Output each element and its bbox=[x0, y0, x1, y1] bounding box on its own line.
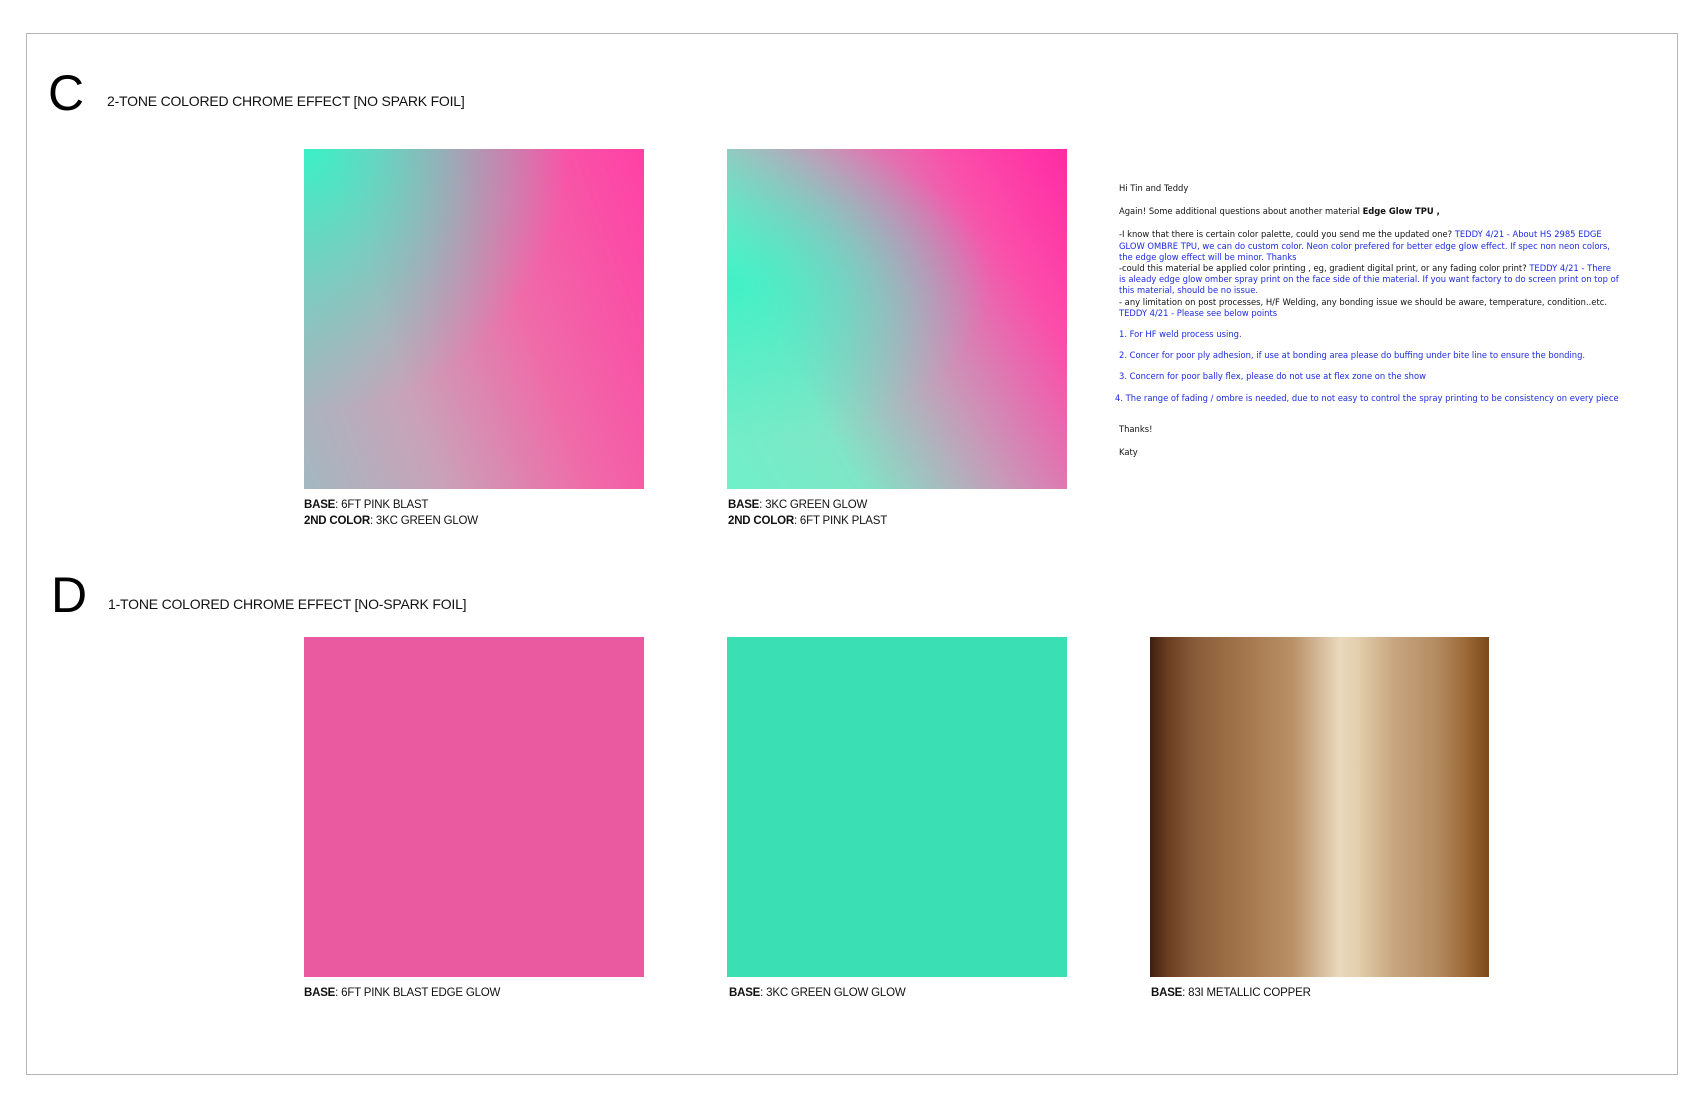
base-value: : 83I METALLIC COPPER bbox=[1182, 987, 1311, 999]
question-text: - any limitation on post processes, H/F … bbox=[1119, 296, 1608, 307]
base-label: BASE bbox=[1151, 987, 1183, 999]
note-point-3: 3. Concern for poor bally flex, please d… bbox=[1119, 371, 1426, 382]
note-point-4: 4. The range of fading / ombre is needed… bbox=[1115, 392, 1619, 403]
base-value: : 3KC GREEN GLOW GLOW bbox=[760, 987, 906, 999]
question-text: -could this material be applied color pr… bbox=[1119, 263, 1530, 274]
swatch-c2-gradient bbox=[727, 149, 1067, 489]
base-value: : 6FT PINK BLAST EDGE GLOW bbox=[335, 987, 501, 999]
note-question-2: -could this material be applied color pr… bbox=[1119, 263, 1619, 297]
question-reply: TEDDY 4/21 - Please see below points bbox=[1119, 307, 1278, 318]
section-c-letter: C bbox=[48, 65, 85, 121]
email-note: Hi Tin and Teddy Again! Some additional … bbox=[1115, 183, 1619, 458]
second-color-value: : 3KC GREEN GLOW bbox=[369, 515, 478, 527]
note-intro-text: Again! Some additional questions about a… bbox=[1119, 206, 1363, 217]
question-text: -I know that there is certain color pale… bbox=[1119, 229, 1455, 240]
swatch-d1-caption: BASE: 6FT PINK BLAST EDGE GLOW bbox=[304, 985, 500, 1001]
note-question-3: - any limitation on post processes, H/F … bbox=[1119, 297, 1619, 319]
swatch-d1-solid bbox=[304, 637, 644, 977]
note-point-2: 2. Concer for poor ply adhesion, if use … bbox=[1119, 350, 1586, 361]
swatch-d2-caption: BASE: 3KC GREEN GLOW GLOW bbox=[729, 985, 906, 1001]
note-intro: Again! Some additional questions about a… bbox=[1119, 206, 1619, 217]
note-signature: Katy bbox=[1119, 447, 1138, 458]
swatch-d3-caption: BASE: 83I METALLIC COPPER bbox=[1151, 985, 1311, 1001]
swatch-c1-gradient bbox=[304, 149, 644, 489]
section-d-letter: D bbox=[51, 567, 88, 623]
second-color-label: 2ND COLOR bbox=[728, 515, 794, 527]
note-intro-bold: Edge Glow TPU , bbox=[1362, 206, 1440, 217]
second-color-value: : 6FT PINK PLAST bbox=[793, 515, 888, 527]
section-d-title: 1-TONE COLORED CHROME EFFECT [NO-SPARK F… bbox=[108, 596, 467, 612]
section-c-title: 2-TONE COLORED CHROME EFFECT [NO SPARK F… bbox=[107, 93, 465, 109]
base-label: BASE bbox=[729, 987, 761, 999]
swatch-d2-solid bbox=[727, 637, 1067, 977]
base-label: BASE bbox=[304, 987, 336, 999]
base-label: BASE bbox=[304, 499, 336, 511]
note-greeting: Hi Tin and Teddy bbox=[1119, 183, 1189, 193]
note-question-1: -I know that there is certain color pale… bbox=[1119, 229, 1619, 263]
base-value: : 6FT PINK BLAST bbox=[335, 499, 429, 511]
swatch-c2-caption: BASE: 3KC GREEN GLOW 2ND COLOR: 6FT PINK… bbox=[728, 497, 887, 529]
second-color-label: 2ND COLOR bbox=[304, 515, 370, 527]
base-label: BASE bbox=[728, 499, 760, 511]
swatch-d3-copper bbox=[1150, 637, 1489, 977]
swatch-c1-caption: BASE: 6FT PINK BLAST 2ND COLOR: 3KC GREE… bbox=[304, 497, 478, 529]
base-value: : 3KC GREEN GLOW bbox=[759, 499, 868, 511]
note-point-1: 1. For HF weld process using. bbox=[1119, 329, 1242, 340]
note-thanks: Thanks! bbox=[1119, 423, 1153, 434]
